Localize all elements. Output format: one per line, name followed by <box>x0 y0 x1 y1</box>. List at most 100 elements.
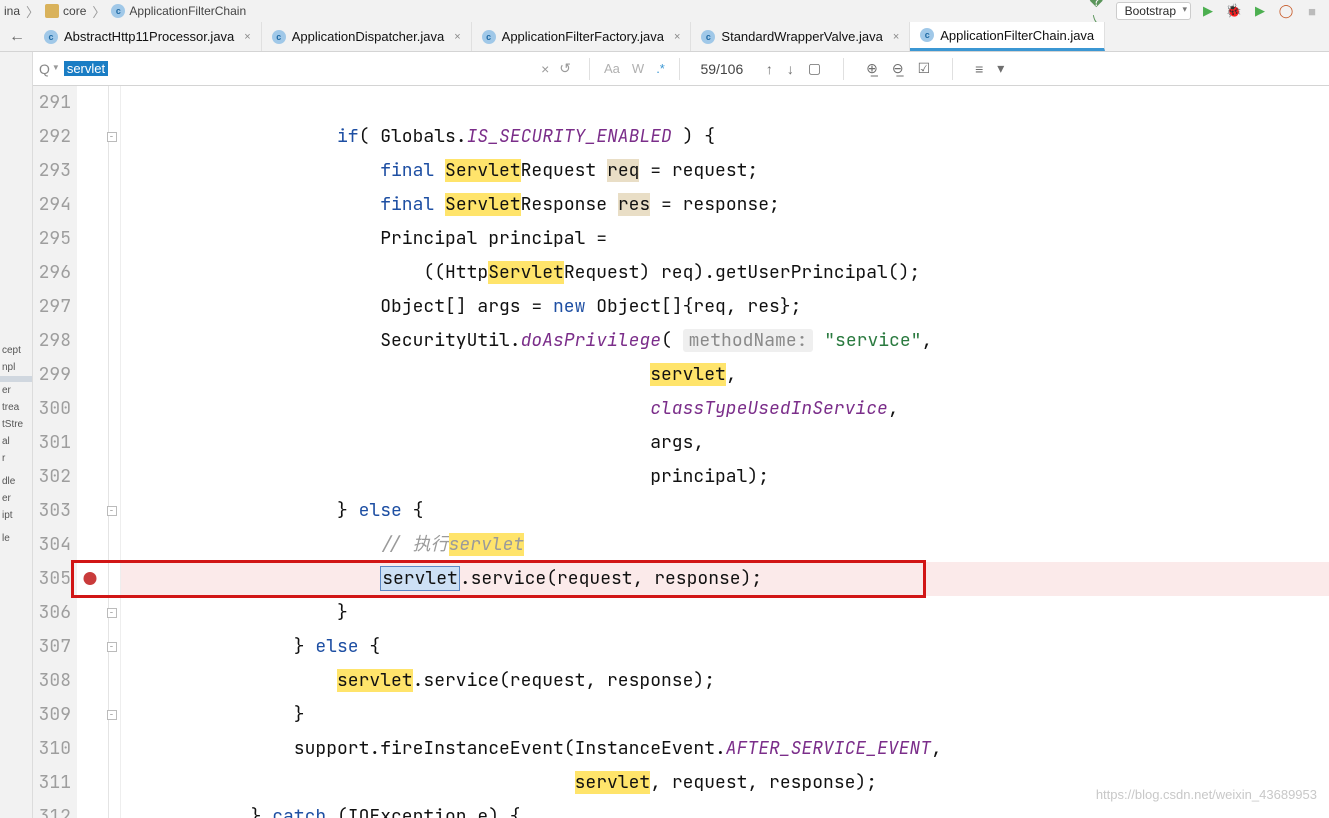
close-icon[interactable]: × <box>454 31 460 43</box>
clear-search-icon[interactable]: × <box>541 61 549 77</box>
close-icon[interactable]: × <box>893 31 899 43</box>
tab-standardwrappervalve[interactable]: c StandardWrapperValve.java × <box>691 22 910 51</box>
line-number: 294 <box>33 188 71 222</box>
code-line[interactable]: if( Globals.IS_SECURITY_ENABLED ) { <box>121 120 1329 154</box>
code-line[interactable]: ((HttpServletRequest) req).getUserPrinci… <box>121 256 1329 290</box>
fold-open-icon[interactable]: − <box>107 642 117 652</box>
run-icon[interactable]: ▶ <box>1199 2 1217 20</box>
watermark-text: https://blog.csdn.net/weixin_43689953 <box>1096 778 1317 812</box>
remove-selection-icon[interactable]: ⊖̲ <box>892 60 904 77</box>
search-history-icon[interactable]: ↺ <box>559 60 571 77</box>
run-config-dropdown[interactable]: Bootstrap <box>1116 2 1191 20</box>
code-line[interactable]: Object[] args = new Object[]{req, res}; <box>121 290 1329 324</box>
editor-tabs: ← c AbstractHttp11Processor.java × c App… <box>0 22 1329 52</box>
fold-open-icon[interactable]: − <box>107 506 117 516</box>
tab-applicationfilterchain[interactable]: c ApplicationFilterChain.java <box>910 22 1105 51</box>
code-line[interactable]: } <box>121 698 1329 732</box>
line-number: 308 <box>33 664 71 698</box>
tab-label: ApplicationFilterFactory.java <box>502 29 664 44</box>
match-case-toggle[interactable]: Aa <box>598 61 626 76</box>
code-line[interactable]: principal); <box>121 460 1329 494</box>
breadcrumb-text: core <box>63 4 86 18</box>
editor: Q ▼ servlet × ↺ Aa W .* 59/106 ↑ ↓ ▢ <box>33 52 1329 818</box>
structure-item[interactable]: le <box>0 530 32 547</box>
tab-abstracthttp11processor[interactable]: c AbstractHttp11Processor.java × <box>34 22 262 51</box>
structure-item[interactable]: er <box>0 490 32 507</box>
code-line[interactable]: } else { <box>121 494 1329 528</box>
profile-icon[interactable]: ◯ <box>1277 2 1295 20</box>
add-selection-icon[interactable]: ⊕̲ <box>866 60 878 77</box>
prev-match-icon[interactable]: ↑ <box>766 61 773 77</box>
structure-item[interactable]: trea <box>0 399 32 416</box>
stop-icon[interactable]: ■ <box>1303 2 1321 20</box>
code-content[interactable]: if( Globals.IS_SECURITY_ENABLED ) { fina… <box>121 86 1329 818</box>
line-number: 297 <box>33 290 71 324</box>
code-area[interactable]: 2912922932942952962972982993003013023033… <box>33 86 1329 818</box>
fold-close-icon[interactable]: − <box>107 608 117 618</box>
breadcrumb-seg-2[interactable]: core <box>45 4 86 18</box>
line-number: 296 <box>33 256 71 290</box>
tab-applicationdispatcher[interactable]: c ApplicationDispatcher.java × <box>262 22 472 51</box>
breadcrumb-seg-1[interactable]: ina <box>4 4 20 18</box>
class-icon: c <box>482 30 496 44</box>
line-number: 293 <box>33 154 71 188</box>
tab-applicationfilterfactory[interactable]: c ApplicationFilterFactory.java × <box>472 22 692 51</box>
code-line[interactable]: SecurityUtil.doAsPrivilege( methodName: … <box>121 324 1329 358</box>
tab-label: StandardWrapperValve.java <box>721 29 882 44</box>
next-match-icon[interactable]: ↓ <box>787 61 794 77</box>
code-line[interactable]: support.fireInstanceEvent(InstanceEvent.… <box>121 732 1329 766</box>
structure-item[interactable]: cept <box>0 342 32 359</box>
code-line[interactable]: classTypeUsedInService, <box>121 392 1329 426</box>
code-line[interactable]: servlet, <box>121 358 1329 392</box>
divider <box>843 58 844 80</box>
code-line[interactable] <box>121 86 1329 120</box>
line-number: 303 <box>33 494 71 528</box>
code-line[interactable]: servlet.service(request, response); <box>121 562 1329 596</box>
find-input[interactable]: servlet <box>64 61 541 76</box>
coverage-icon[interactable]: ▶ <box>1251 2 1269 20</box>
debug-icon[interactable]: 🐞 <box>1225 2 1243 20</box>
structure-item[interactable]: er <box>0 382 32 399</box>
build-icon[interactable]: �㇏ <box>1090 2 1108 20</box>
code-line[interactable]: servlet.service(request, response); <box>121 664 1329 698</box>
breakpoint-gutter[interactable] <box>77 86 103 818</box>
class-icon: c <box>111 4 125 18</box>
regex-toggle[interactable]: .* <box>650 61 671 76</box>
structure-item[interactable]: ipt <box>0 507 32 524</box>
whole-word-toggle[interactable]: W <box>626 61 650 76</box>
divider <box>952 58 953 80</box>
code-line[interactable]: args, <box>121 426 1329 460</box>
filter-icon[interactable]: ▾ <box>997 60 1004 77</box>
close-icon[interactable]: × <box>244 31 250 43</box>
code-line[interactable]: final ServletRequest req = request; <box>121 154 1329 188</box>
line-number: 309 <box>33 698 71 732</box>
code-line[interactable]: final ServletResponse res = response; <box>121 188 1329 222</box>
code-line[interactable]: Principal principal = <box>121 222 1329 256</box>
code-line[interactable]: } else { <box>121 630 1329 664</box>
fold-close-icon[interactable]: − <box>107 710 117 720</box>
code-line[interactable]: } <box>121 596 1329 630</box>
settings-icon[interactable]: ≡ <box>975 61 983 77</box>
select-occurrences-icon[interactable]: ☑ <box>918 60 931 77</box>
select-all-icon[interactable]: ▢ <box>808 60 821 77</box>
fold-gutter[interactable]: − − − − − <box>103 86 121 818</box>
tab-label: ApplicationFilterChain.java <box>940 28 1094 43</box>
breadcrumb-text: ina <box>4 4 20 18</box>
code-line[interactable]: // 执行servlet <box>121 528 1329 562</box>
line-number: 298 <box>33 324 71 358</box>
breakpoint-icon[interactable] <box>84 572 97 585</box>
breadcrumb-seg-3[interactable]: c ApplicationFilterChain <box>111 4 246 18</box>
close-icon[interactable]: × <box>674 31 680 43</box>
structure-item[interactable]: al <box>0 433 32 450</box>
fold-open-icon[interactable]: − <box>107 132 117 142</box>
structure-sidebar[interactable]: ceptnplertreatStrealrdleeriptle <box>0 52 33 818</box>
structure-item[interactable]: r <box>0 450 32 467</box>
line-number: 306 <box>33 596 71 630</box>
structure-item[interactable]: tStre <box>0 416 32 433</box>
tabs-back-button[interactable]: ← <box>0 22 34 51</box>
structure-item[interactable]: npl <box>0 359 32 376</box>
line-number: 304 <box>33 528 71 562</box>
chevron-down-icon[interactable]: ▼ <box>52 63 60 72</box>
structure-item[interactable]: dle <box>0 473 32 490</box>
line-number: 311 <box>33 766 71 800</box>
